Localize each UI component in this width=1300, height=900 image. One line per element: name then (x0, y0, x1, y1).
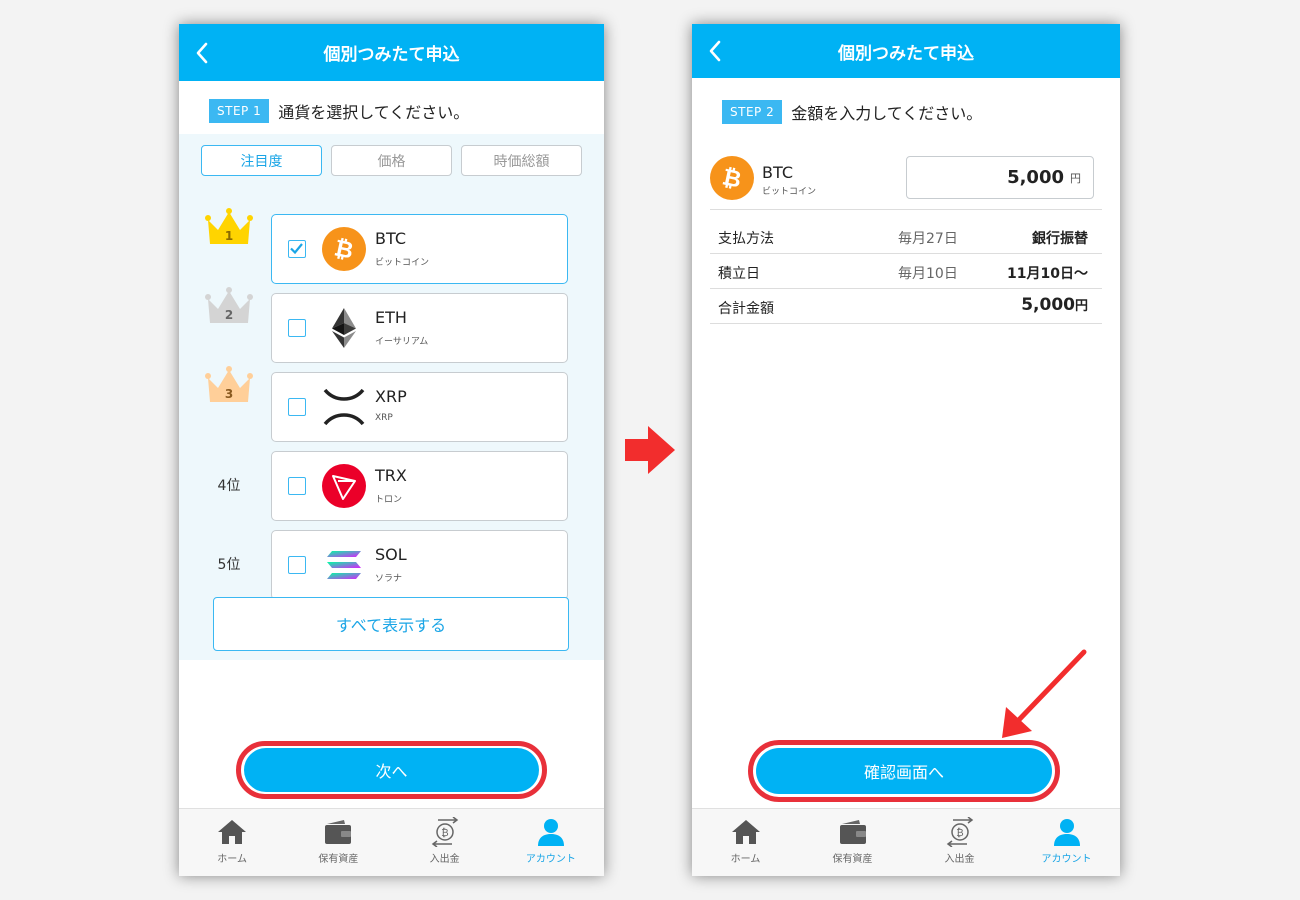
tab-home[interactable]: ホーム (692, 809, 799, 876)
coin-symbol: TRX (375, 466, 407, 485)
coin-symbol: XRP (375, 387, 407, 406)
page-title: 個別つみたて申込 (323, 45, 460, 65)
back-button[interactable] (189, 40, 215, 66)
tab-home[interactable]: ホーム (179, 809, 285, 876)
sort-tab-price[interactable]: 価格 (331, 145, 452, 176)
coin-symbol: ETH (375, 308, 407, 327)
coin-card-sol[interactable]: SOL ソラナ (271, 530, 568, 600)
transfer-icon: ₿ (945, 817, 975, 847)
svg-text:₿: ₿ (956, 827, 963, 839)
amount-input[interactable]: 5,000 円 (906, 156, 1094, 199)
wallet-icon (838, 817, 868, 847)
accumulation-date-row: 積立日 毎月10日 11月10日〜 (710, 254, 1102, 289)
rank-3-crown: 3 (201, 359, 257, 411)
wallet-icon (323, 817, 353, 847)
coin-checkbox[interactable] (288, 240, 306, 258)
coin-symbol: BTC (762, 163, 793, 182)
coin-name: トロン (375, 495, 403, 505)
rank-number: 3 (225, 387, 233, 401)
coin-list-area: 注目度 価格 時価総額 1 2 3 4位 5位 ₿ BTC ビットコイン ETH… (179, 134, 604, 660)
phone-step2: 個別つみたて申込 STEP 2 金額を入力してください。 ₿ BTC ビットコイ… (692, 24, 1120, 876)
coin-name: ソラナ (375, 574, 403, 584)
step-badge: STEP 2 (722, 100, 783, 124)
tab-account[interactable]: アカウント (1013, 809, 1120, 876)
rank-number: 2 (225, 308, 233, 322)
transfer-icon: ₿ (430, 817, 460, 847)
rank-2-crown: 2 (201, 280, 257, 332)
total-value: 5,000 (1021, 295, 1075, 315)
coin-card-eth[interactable]: ETH イーサリアム (271, 293, 568, 363)
step-text: 通貨を選択してください。 (278, 103, 470, 122)
tab-transfer[interactable]: ₿ 入出金 (906, 809, 1013, 876)
tab-transfer[interactable]: ₿ 入出金 (392, 809, 498, 876)
home-icon (217, 817, 247, 847)
coin-name: イーサリアム (375, 337, 429, 347)
svg-text:₿: ₿ (441, 827, 448, 839)
rank-1-crown: 1 (201, 201, 257, 253)
header: 個別つみたて申込 (692, 24, 1120, 78)
coin-card-trx[interactable]: TRX トロン (271, 451, 568, 521)
confirm-button[interactable]: 確認画面へ (756, 748, 1052, 794)
coin-symbol: SOL (375, 545, 407, 564)
pointer-arrow-icon (1002, 649, 1087, 738)
coin-name: ビットコイン (762, 187, 817, 197)
bitcoin-icon: ₿ (322, 227, 366, 271)
coin-checkbox[interactable] (288, 398, 306, 416)
coin-checkbox[interactable] (288, 477, 306, 495)
rank-4-label: 4位 (217, 478, 241, 494)
page-title: 個別つみたて申込 (838, 43, 974, 64)
total-unit: 円 (1074, 299, 1088, 314)
sort-tab-market-cap[interactable]: 時価総額 (461, 145, 582, 176)
tab-assets[interactable]: 保有資産 (799, 809, 906, 876)
coin-name: ビットコイン (375, 258, 430, 268)
next-step-arrow-icon (625, 426, 675, 474)
back-button[interactable] (702, 38, 728, 64)
tron-icon (322, 464, 366, 508)
amount-unit: 円 (1070, 171, 1081, 185)
gold-crown-icon: 1 (205, 208, 253, 244)
account-icon (1052, 817, 1082, 847)
ethereum-icon (322, 306, 366, 350)
header: 個別つみたて申込 (179, 24, 604, 81)
phone-step1: 個別つみたて申込 STEP 1 通貨を選択してください。 注目度 価格 時価総額… (179, 24, 604, 876)
total-amount-row: 合計金額 5,000円 (710, 289, 1102, 324)
coin-symbol: BTC (375, 229, 406, 248)
step-heading: STEP 1 通貨を選択してください。 (209, 99, 469, 123)
xrp-icon (322, 385, 366, 429)
coin-checkbox[interactable] (288, 319, 306, 337)
amount-value: 5,000 (1007, 167, 1064, 188)
coin-name: XRP (375, 413, 393, 423)
tab-account[interactable]: アカウント (498, 809, 604, 876)
chevron-left-icon (196, 42, 208, 63)
silver-crown-icon: 2 (205, 287, 253, 323)
coin-card-xrp[interactable]: XRP XRP (271, 372, 568, 442)
rank-number: 1 (225, 229, 233, 243)
coin-checkbox[interactable] (288, 556, 306, 574)
step-heading: STEP 2 金額を入力してください。 (722, 100, 982, 124)
checkmark-icon (290, 243, 303, 255)
step-text: 金額を入力してください。 (791, 104, 983, 123)
amount-row: ₿ BTC ビットコイン 5,000 円 (710, 155, 1102, 210)
sort-tab-attention[interactable]: 注目度 (201, 145, 322, 176)
step-badge: STEP 1 (209, 99, 270, 123)
rank-5-label: 5位 (217, 557, 241, 573)
solana-icon (322, 543, 366, 587)
payment-method-row: 支払方法 毎月27日 銀行振替 (710, 219, 1102, 254)
bottom-tab-bar: ホーム 保有資産 ₿ 入出金 アカウント (179, 808, 604, 876)
coin-card-btc[interactable]: ₿ BTC ビットコイン (271, 214, 568, 284)
show-all-button[interactable]: すべて表示する (213, 597, 569, 651)
bronze-crown-icon: 3 (205, 366, 253, 402)
bottom-tab-bar: ホーム 保有資産 ₿ 入出金 アカウント (692, 808, 1120, 876)
chevron-left-icon (709, 40, 721, 62)
account-icon (536, 817, 566, 847)
home-icon (731, 817, 761, 847)
bitcoin-icon: ₿ (710, 156, 754, 200)
tab-assets[interactable]: 保有資産 (285, 809, 391, 876)
next-button[interactable]: 次へ (244, 748, 539, 792)
